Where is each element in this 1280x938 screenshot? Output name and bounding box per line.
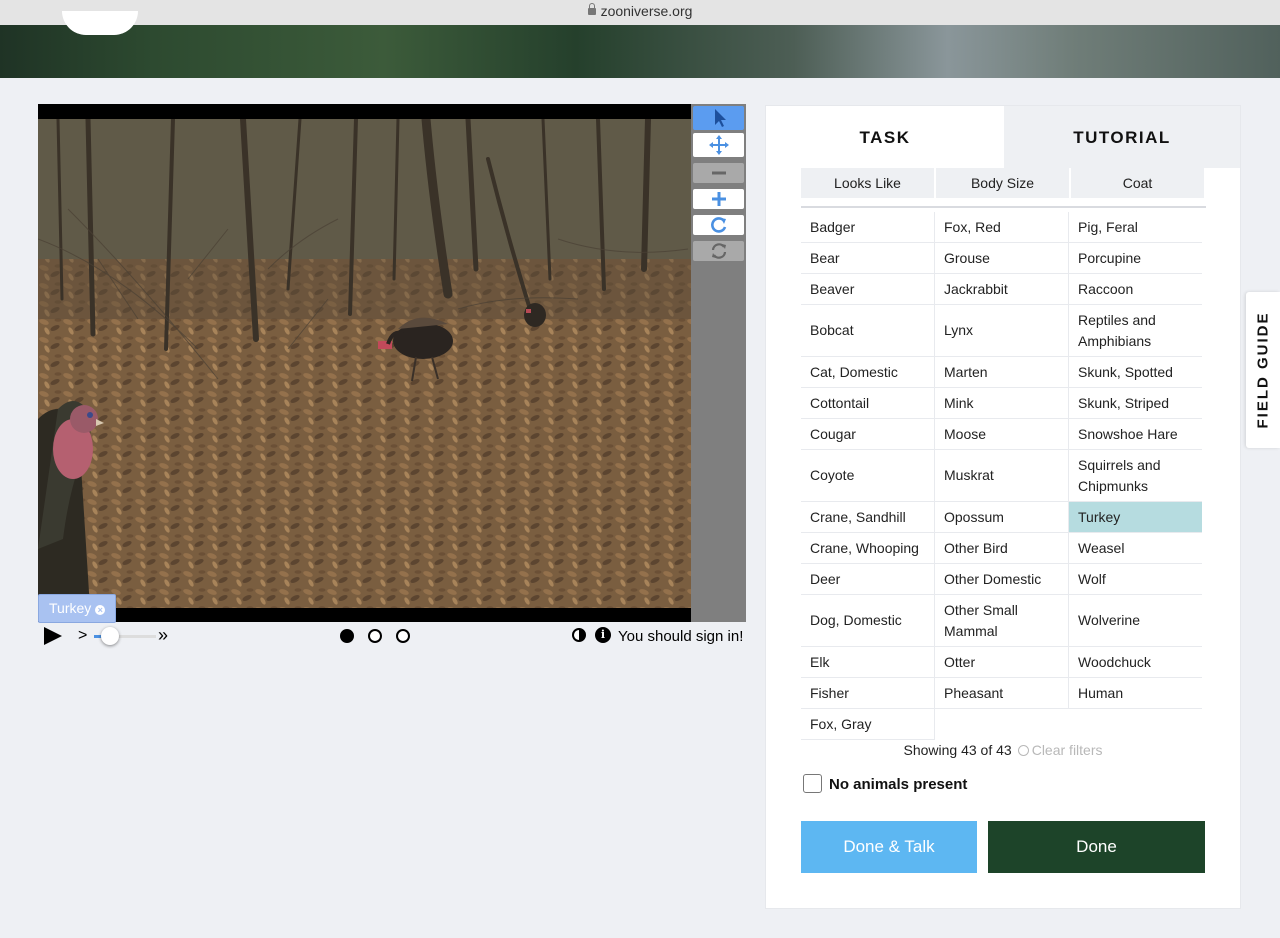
choice-button[interactable]: Bobcat: [801, 305, 935, 357]
filter-looks-like[interactable]: Looks Like: [801, 168, 934, 198]
choice-button[interactable]: Opossum: [935, 502, 1069, 533]
choice-button[interactable]: Coyote: [801, 450, 935, 502]
choice-button[interactable]: Badger: [801, 212, 935, 243]
choice-button[interactable]: Snowshoe Hare: [1069, 419, 1202, 450]
choice-button[interactable]: Fisher: [801, 678, 935, 709]
rotate-button[interactable]: [693, 215, 744, 235]
zoom-out-button[interactable]: [693, 163, 744, 183]
browser-url: zooniverse.org: [600, 3, 693, 19]
choice-button[interactable]: Porcupine: [1069, 243, 1202, 274]
subject-image[interactable]: [38, 119, 691, 608]
choice-button[interactable]: Reptiles and Amphibians: [1069, 305, 1202, 357]
rotate-icon: [710, 217, 726, 233]
filter-bar: Looks Like Body Size Coat: [801, 168, 1206, 208]
showing-count: Showing 43 of 43: [903, 742, 1012, 758]
choice-button[interactable]: Jackrabbit: [935, 274, 1069, 305]
zoom-out-icon: [711, 171, 726, 175]
annotation-tag-label: Turkey: [49, 600, 92, 616]
choice-button[interactable]: Weasel: [1069, 533, 1202, 564]
choice-button[interactable]: Woodchuck: [1069, 647, 1202, 678]
zooniverse-logo[interactable]: [62, 11, 138, 35]
choice-button[interactable]: Wolf: [1069, 564, 1202, 595]
choice-button[interactable]: Cottontail: [801, 388, 935, 419]
forest-scene: [38, 119, 691, 608]
choice-button[interactable]: Crane, Sandhill: [801, 502, 935, 533]
choice-button[interactable]: Squirrels and Chipmunks: [1069, 450, 1202, 502]
reset-icon: [711, 243, 726, 259]
choice-button[interactable]: Turkey: [1069, 502, 1202, 533]
choice-button[interactable]: Otter: [935, 647, 1069, 678]
no-animals-label: No animals present: [829, 776, 968, 793]
filter-body-size[interactable]: Body Size: [936, 168, 1069, 198]
checkbox-box[interactable]: [803, 774, 822, 793]
play-icon[interactable]: [44, 627, 62, 645]
slower-icon[interactable]: >: [78, 628, 87, 644]
turkey-far: [524, 303, 546, 327]
image-toolbar: [691, 104, 746, 622]
frame-dot-2[interactable]: [368, 629, 382, 643]
field-guide-tab[interactable]: FIELD GUIDE: [1246, 292, 1280, 448]
pointer-icon: [714, 109, 726, 127]
filter-coat[interactable]: Coat: [1071, 168, 1204, 198]
frame-dot-3[interactable]: [396, 629, 410, 643]
done-button[interactable]: Done: [988, 821, 1205, 873]
subject-viewer[interactable]: Turkey ×: [38, 104, 691, 623]
choice-button[interactable]: Bear: [801, 243, 935, 274]
choice-button[interactable]: Other Domestic: [935, 564, 1069, 595]
speed-slider-handle[interactable]: [101, 627, 119, 645]
zoom-in-icon: [711, 192, 726, 206]
done-and-talk-button[interactable]: Done & Talk: [801, 821, 977, 873]
choice-button[interactable]: Muskrat: [935, 450, 1069, 502]
task-panel: TASK TUTORIAL Looks Like Body Size Coat …: [765, 105, 1241, 909]
move-icon: [708, 135, 729, 155]
choice-button[interactable]: Marten: [935, 357, 1069, 388]
choice-button[interactable]: Skunk, Spotted: [1069, 357, 1202, 388]
choice-button[interactable]: Cougar: [801, 419, 935, 450]
choice-button[interactable]: Crane, Whooping: [801, 533, 935, 564]
header-banner: [0, 11, 1280, 78]
choice-button[interactable]: Moose: [935, 419, 1069, 450]
clear-filters-label: Clear filters: [1031, 742, 1103, 758]
choice-button[interactable]: Other Small Mammal: [935, 595, 1069, 647]
field-guide-label: FIELD GUIDE: [1254, 311, 1272, 429]
choice-button[interactable]: Grouse: [935, 243, 1069, 274]
frame-dot-1[interactable]: [340, 629, 354, 643]
choice-button[interactable]: Cat, Domestic: [801, 357, 935, 388]
panel-tabs: TASK TUTORIAL: [766, 106, 1240, 168]
choice-button[interactable]: Elk: [801, 647, 935, 678]
choice-button[interactable]: Wolverine: [1069, 595, 1202, 647]
choice-button[interactable]: Other Bird: [935, 533, 1069, 564]
choice-button[interactable]: Deer: [801, 564, 935, 595]
tab-task[interactable]: TASK: [766, 106, 1004, 168]
clear-filters-button[interactable]: Clear filters: [1017, 742, 1103, 758]
faster-icon[interactable]: »: [158, 626, 168, 644]
move-tool-button[interactable]: [693, 133, 744, 157]
choice-button[interactable]: Pheasant: [935, 678, 1069, 709]
choice-button[interactable]: Pig, Feral: [1069, 212, 1202, 243]
info-icon[interactable]: i: [595, 627, 611, 643]
playback-controls: > » i You should sign in!: [38, 622, 748, 650]
choice-button[interactable]: Human: [1069, 678, 1202, 709]
clear-filters-icon: [1017, 745, 1029, 756]
choice-button[interactable]: Fox, Red: [935, 212, 1069, 243]
remove-tag-icon[interactable]: ×: [95, 605, 106, 615]
pointer-tool-button[interactable]: [693, 106, 744, 130]
choice-button[interactable]: Fox, Gray: [801, 709, 935, 740]
tab-tutorial[interactable]: TUTORIAL: [1004, 106, 1240, 168]
contrast-icon[interactable]: [572, 628, 586, 642]
annotation-tag[interactable]: Turkey ×: [38, 594, 117, 623]
browser-address-bar[interactable]: zooniverse.org: [0, 0, 1280, 26]
zoom-in-button[interactable]: [693, 189, 744, 209]
choice-button[interactable]: Beaver: [801, 274, 935, 305]
lock-icon: [587, 3, 596, 15]
reset-button[interactable]: [693, 241, 744, 261]
choice-button[interactable]: Lynx: [935, 305, 1069, 357]
choice-button[interactable]: Raccoon: [1069, 274, 1202, 305]
sign-in-message[interactable]: You should sign in!: [618, 628, 743, 645]
choice-button[interactable]: Dog, Domestic: [801, 595, 935, 647]
choice-button[interactable]: Mink: [935, 388, 1069, 419]
choice-button[interactable]: Skunk, Striped: [1069, 388, 1202, 419]
filter-status: Showing 43 of 43 Clear filters: [766, 742, 1240, 758]
